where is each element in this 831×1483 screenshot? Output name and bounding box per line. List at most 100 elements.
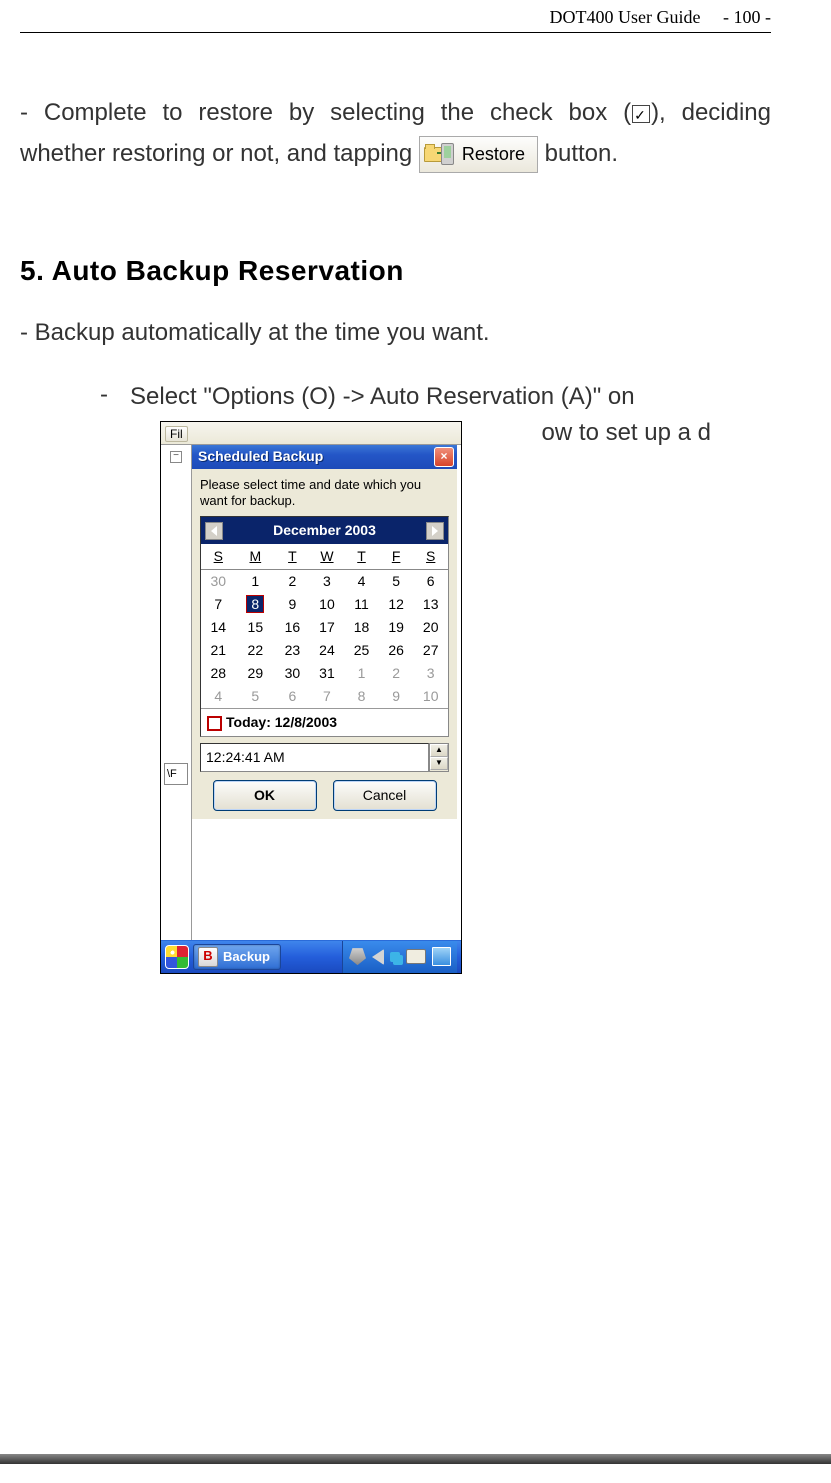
cal-month-label: December 2003 — [273, 520, 376, 541]
tray-tool-icon[interactable] — [349, 948, 366, 965]
dialog-title: Scheduled Backup — [198, 446, 323, 467]
scheduled-backup-screenshot: Fil − \F Scheduled Backup × Please selec… — [160, 421, 462, 974]
cal-day-cell[interactable]: 12 — [379, 593, 414, 616]
cal-day-cell[interactable]: 16 — [275, 616, 310, 639]
cal-day-cell[interactable]: 2 — [379, 662, 414, 685]
cal-day-cell[interactable]: 15 — [236, 616, 276, 639]
cal-day-cell[interactable]: 18 — [344, 616, 379, 639]
cal-day-cell[interactable]: 10 — [413, 685, 448, 708]
restore-icon — [424, 143, 454, 165]
cal-day-cell[interactable]: 3 — [310, 570, 345, 594]
cal-day-cell[interactable]: 8 — [344, 685, 379, 708]
cal-day-cell[interactable]: 30 — [201, 570, 236, 594]
cal-day-cell[interactable]: 14 — [201, 616, 236, 639]
cal-day-cell[interactable]: 17 — [310, 616, 345, 639]
cal-day-cell[interactable]: 1 — [344, 662, 379, 685]
cal-day-cell[interactable]: 1 — [236, 570, 276, 594]
bullet-text-a: Select "Options (O) -> Auto Reservation … — [130, 383, 635, 410]
cal-day-cell[interactable]: 29 — [236, 662, 276, 685]
cal-day-header: M — [236, 544, 276, 570]
start-button-icon[interactable] — [165, 945, 189, 969]
cal-day-cell[interactable]: 22 — [236, 639, 276, 662]
tree-collapse-icon[interactable]: − — [170, 451, 182, 463]
taskbar-app-label: Backup — [223, 947, 270, 967]
tray-volume-icon[interactable] — [372, 949, 384, 965]
path-field[interactable]: \F — [164, 763, 188, 786]
left-tree-panel: − \F — [161, 445, 192, 940]
cal-day-cell[interactable]: 23 — [275, 639, 310, 662]
chevron-right-icon — [432, 526, 438, 536]
cal-day-cell[interactable]: 8 — [236, 593, 276, 616]
cal-day-cell[interactable]: 19 — [379, 616, 414, 639]
cal-day-header: W — [310, 544, 345, 570]
dialog-instruction: Please select time and date which you wa… — [200, 477, 449, 510]
ok-button[interactable]: OK — [213, 780, 317, 811]
time-spinner[interactable]: ▲ ▼ — [429, 743, 449, 772]
cal-day-cell[interactable]: 5 — [379, 570, 414, 594]
cal-day-cell[interactable]: 30 — [275, 662, 310, 685]
restore-button-label: Restore — [462, 139, 525, 170]
system-tray — [342, 941, 457, 973]
spin-up-icon[interactable]: ▲ — [430, 744, 448, 757]
para1-c: button. — [538, 140, 618, 167]
cal-day-cell[interactable]: 2 — [275, 570, 310, 594]
bullet-text-b: ow to set up a d — [542, 415, 711, 451]
today-marker-icon — [207, 716, 222, 731]
cal-day-cell[interactable]: 10 — [310, 593, 345, 616]
cal-day-cell[interactable]: 5 — [236, 685, 276, 708]
cancel-button[interactable]: Cancel — [333, 780, 437, 811]
spin-down-icon[interactable]: ▼ — [430, 757, 448, 770]
header-title: DOT400 User Guide — [550, 7, 701, 27]
cal-day-cell[interactable]: 26 — [379, 639, 414, 662]
calendar[interactable]: December 2003 SMTWTFS 301234567891011121… — [200, 516, 449, 737]
cal-day-cell[interactable]: 28 — [201, 662, 236, 685]
dialog-titlebar: Scheduled Backup × — [192, 445, 457, 469]
cal-day-cell[interactable]: 6 — [413, 570, 448, 594]
cal-day-cell[interactable]: 21 — [201, 639, 236, 662]
calendar-grid: SMTWTFS 30123456789101112131415161718192… — [201, 544, 448, 708]
para1-a: - Complete to restore by selecting the c… — [20, 99, 631, 126]
cal-day-cell[interactable]: 20 — [413, 616, 448, 639]
cal-day-cell[interactable]: 25 — [344, 639, 379, 662]
cal-day-cell[interactable]: 4 — [344, 570, 379, 594]
cal-day-header: S — [413, 544, 448, 570]
cal-day-cell[interactable]: 7 — [201, 593, 236, 616]
tray-desktop-icon[interactable] — [432, 947, 451, 966]
bullet-text: Select "Options (O) -> Auto Reservation … — [130, 379, 711, 415]
cal-day-cell[interactable]: 6 — [275, 685, 310, 708]
taskbar-app-button[interactable]: B Backup — [193, 944, 281, 970]
cal-day-header: F — [379, 544, 414, 570]
cal-day-cell[interactable]: 24 — [310, 639, 345, 662]
cal-today-label: Today: 12/8/2003 — [226, 714, 337, 730]
close-button[interactable]: × — [434, 447, 454, 467]
cal-today-row[interactable]: Today: 12/8/2003 — [201, 708, 448, 736]
page-footer-bar — [0, 1454, 831, 1464]
cal-day-cell[interactable]: 3 — [413, 662, 448, 685]
menubar: Fil — [161, 422, 461, 445]
chevron-left-icon — [211, 526, 217, 536]
cal-day-header: T — [344, 544, 379, 570]
cal-next-button[interactable] — [426, 522, 444, 540]
paragraph-restore: - Complete to restore by selecting the c… — [20, 93, 771, 175]
time-input[interactable]: 12:24:41 AM — [200, 743, 429, 772]
tray-keyboard-icon[interactable] — [406, 949, 426, 964]
section-title: 5. Auto Backup Reservation — [20, 255, 771, 287]
cal-day-cell[interactable]: 7 — [310, 685, 345, 708]
cal-day-cell[interactable]: 31 — [310, 662, 345, 685]
cal-prev-button[interactable] — [205, 522, 223, 540]
page-header: DOT400 User Guide - 100 - — [20, 0, 771, 33]
cal-day-cell[interactable]: 11 — [344, 593, 379, 616]
cal-day-header: T — [275, 544, 310, 570]
cal-day-cell[interactable]: 13 — [413, 593, 448, 616]
cal-day-cell[interactable]: 9 — [379, 685, 414, 708]
header-page: - 100 - — [723, 7, 771, 27]
bullet-dash: - — [100, 379, 108, 974]
cal-day-cell[interactable]: 9 — [275, 593, 310, 616]
file-menu-btn[interactable]: Fil — [165, 426, 188, 442]
tray-network-icon[interactable] — [390, 952, 400, 962]
section-subline: - Backup automatically at the time you w… — [20, 319, 771, 347]
cal-day-cell[interactable]: 4 — [201, 685, 236, 708]
cal-day-header: S — [201, 544, 236, 570]
cal-day-cell[interactable]: 27 — [413, 639, 448, 662]
restore-button[interactable]: Restore — [419, 136, 538, 173]
